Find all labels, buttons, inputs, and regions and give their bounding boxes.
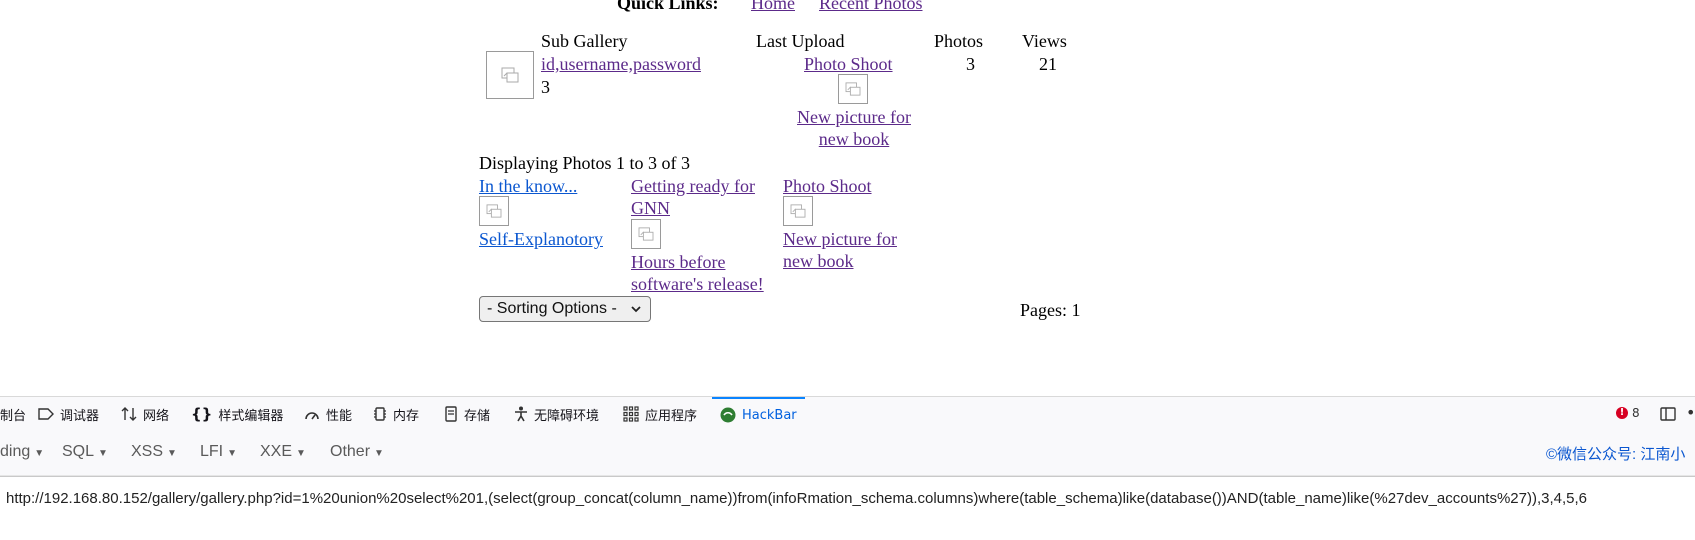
hackbar-menu-xxe[interactable]: XXE ▼ <box>260 443 306 461</box>
hackbar-menu-other[interactable]: Other ▼ <box>330 443 384 461</box>
hackbar-url-input[interactable]: http://192.168.80.152/gallery/gallery.ph… <box>0 476 1695 540</box>
caret-down-icon: ▼ <box>296 448 306 459</box>
tab-accessibility[interactable]: 无障碍环境 <box>514 397 599 431</box>
tab-style-editor[interactable]: {} 样式编辑器 <box>191 397 283 431</box>
network-icon <box>121 407 137 421</box>
photo-title-3[interactable]: Photo Shoot <box>783 175 872 197</box>
menu-label: XSS <box>131 443 164 460</box>
storage-icon <box>445 406 457 422</box>
caret-down-icon: ▼ <box>34 448 45 459</box>
menu-label: SQL <box>62 443 95 460</box>
hackbar-menu-xss[interactable]: XSS ▼ <box>131 443 177 461</box>
dock-side-icon[interactable] <box>1660 406 1676 422</box>
tab-debugger-label: 调试器 <box>60 408 100 424</box>
broken-image-icon <box>486 204 502 218</box>
last-upload-caption[interactable]: New picture for new book <box>780 106 928 150</box>
tab-storage-label: 存储 <box>464 408 491 424</box>
sorting-select-value: - Sorting Options - <box>487 300 617 317</box>
views-count: 21 <box>1039 54 1057 74</box>
photo-thumbnail-3[interactable] <box>783 196 813 226</box>
tab-console[interactable]: 制台 <box>0 397 26 431</box>
accessibility-icon <box>515 406 527 422</box>
sub-gallery-count: 3 <box>541 77 550 97</box>
tab-debugger[interactable]: 调试器 <box>38 397 99 431</box>
menu-label: ding <box>0 443 31 460</box>
tab-network[interactable]: 网络 <box>121 397 169 431</box>
memory-chip-icon <box>374 407 386 421</box>
broken-image-icon <box>845 82 861 96</box>
hackbar-menu-sql[interactable]: SQL ▼ <box>62 443 108 461</box>
tab-performance-label: 性能 <box>326 408 353 424</box>
photo-thumbnail-1[interactable] <box>479 196 509 226</box>
photo-caption-3[interactable]: New picture for new book <box>783 228 923 272</box>
tab-storage[interactable]: 存储 <box>444 397 490 431</box>
header-views: Views <box>1022 31 1067 51</box>
quick-links-label: Quick Links: <box>617 0 719 13</box>
tab-memory-label: 内存 <box>393 408 420 424</box>
broken-image-icon <box>638 227 654 241</box>
caret-down-icon: ▼ <box>227 448 238 459</box>
error-icon: ! <box>1616 407 1628 419</box>
tab-style-editor-label: 样式编辑器 <box>218 408 284 424</box>
hackbar-menu: ding ▼ SQL ▼ XSS ▼ LFI ▼ XXE ▼ Other ▼ ©微信公众号:… <box>0 431 1695 476</box>
sorting-select[interactable]: - Sorting Options - <box>479 296 651 322</box>
photo-title-1[interactable]: In the know... <box>479 175 577 197</box>
caret-down-icon: ▼ <box>374 448 384 459</box>
tab-network-label: 网络 <box>143 408 170 424</box>
tab-hackbar[interactable]: HackBar <box>712 397 805 431</box>
error-count-badge[interactable]: ! 8 <box>1616 406 1640 420</box>
debugger-icon <box>38 408 54 420</box>
tab-console-label: 制台 <box>0 408 27 424</box>
error-count: 8 <box>1632 406 1640 420</box>
menu-label: Other <box>330 443 371 460</box>
more-options-icon[interactable]: • <box>1686 403 1695 422</box>
photo-caption-2[interactable]: Hours before software's release! <box>631 251 791 295</box>
photo-thumbnail-2[interactable] <box>631 219 661 249</box>
header-last-upload: Last Upload <box>756 31 845 51</box>
gauge-icon <box>305 412 319 420</box>
home-link[interactable]: Home <box>751 0 795 14</box>
chevron-down-icon <box>631 306 641 313</box>
menu-label: LFI <box>200 443 224 460</box>
devtools-toolbar: 制台 调试器 网络 {} 样式编辑器 性能 内存 存储 无障碍环境 应用程序 H… <box>0 396 1695 432</box>
last-upload-link[interactable]: Photo Shoot <box>804 53 893 75</box>
braces-icon: {} <box>191 405 213 423</box>
sub-gallery-link[interactable]: id,username,password <box>541 53 701 75</box>
hackbar-url-value[interactable]: http://192.168.80.152/gallery/gallery.ph… <box>6 490 1587 507</box>
grid-icon <box>623 406 639 422</box>
photo-title-2[interactable]: Getting ready for GNN <box>631 175 781 219</box>
tab-performance[interactable]: 性能 <box>304 397 352 431</box>
header-photos: Photos <box>934 31 984 51</box>
broken-image-icon <box>501 67 519 83</box>
sub-gallery-thumbnail[interactable] <box>486 51 534 99</box>
tab-application[interactable]: 应用程序 <box>623 397 697 431</box>
photo-caption-1[interactable]: Self-Explanotory <box>479 228 603 250</box>
menu-label: XXE <box>260 443 293 460</box>
caret-down-icon: ▼ <box>98 448 108 459</box>
broken-image-icon <box>790 204 806 218</box>
hackbar-credit-text: ©微信公众号: 江南小 <box>1546 446 1686 463</box>
header-sub-gallery: Sub Gallery <box>541 31 628 51</box>
recent-photos-link[interactable]: Recent Photos <box>819 0 923 14</box>
last-upload-thumbnail[interactable] <box>838 74 868 104</box>
tab-hackbar-label: HackBar <box>742 407 797 423</box>
hackbar-logo-icon <box>720 407 736 423</box>
hackbar-menu-encoding[interactable]: ding ▼ <box>0 443 44 461</box>
hackbar-menu-lfi[interactable]: LFI ▼ <box>200 443 237 461</box>
pagination-text: Pages: 1 <box>1020 300 1081 320</box>
photos-count: 3 <box>966 54 975 74</box>
tab-application-label: 应用程序 <box>645 408 698 424</box>
caret-down-icon: ▼ <box>167 448 177 459</box>
displaying-text: Displaying Photos 1 to 3 of 3 <box>479 153 691 173</box>
tab-memory[interactable]: 内存 <box>373 397 419 431</box>
tab-accessibility-label: 无障碍环境 <box>534 408 600 424</box>
